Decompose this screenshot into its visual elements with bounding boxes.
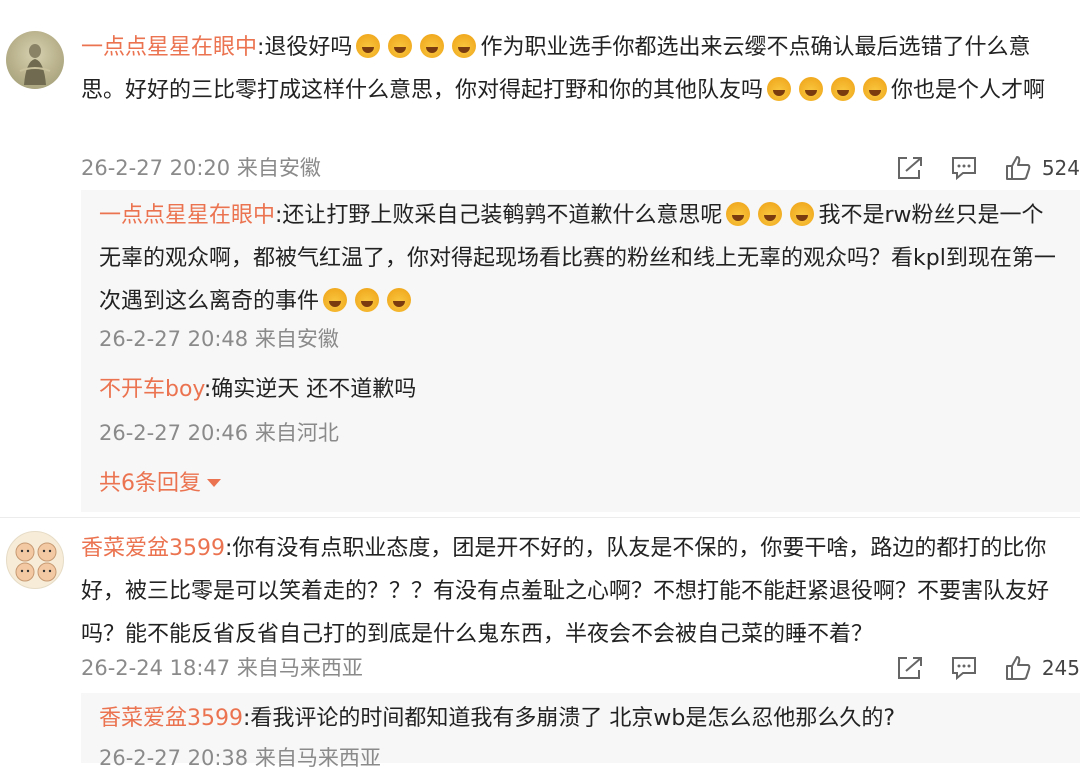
- comment-username[interactable]: 香菜爱盆3599: [81, 536, 225, 561]
- comment-text-part: :你有没有点职业态度，团是开不好的，队友是不保的，你要干啥，路边的都打的比你好，…: [81, 536, 1050, 647]
- comment-item: 香菜爱盆3599:你有没有点职业态度，团是开不好的，队友是不保的，你要干啥，路边…: [0, 0, 1080, 770]
- comment-actions: 245: [870, 653, 1080, 683]
- reply-section: 香菜爱盆3599:看我评论的时间都知道我有多崩溃了 北京wb是怎么忍他那么久的?…: [81, 693, 1080, 770]
- avatar-cartoon-icon: [15, 542, 57, 582]
- avatar[interactable]: [6, 531, 64, 589]
- share-icon: [897, 657, 922, 679]
- like-button[interactable]: 245: [1004, 655, 1080, 681]
- like-icon: [1005, 656, 1031, 680]
- comment-button[interactable]: [950, 655, 978, 681]
- reply-text-part: :看我评论的时间都知道我有多崩溃了 北京wb是怎么忍他那么久的?: [243, 706, 896, 731]
- comment-icon: [951, 657, 976, 681]
- reply-text: 香菜爱盆3599:看我评论的时间都知道我有多崩溃了 北京wb是怎么忍他那么久的?: [99, 697, 1064, 740]
- share-button[interactable]: [896, 655, 924, 681]
- reply-username[interactable]: 香菜爱盆3599: [99, 706, 243, 731]
- comment-meta: 26-2-24 18:47 来自马来西亚: [81, 656, 363, 680]
- reply-meta: 26-2-27 20:38 来自马来西亚: [99, 746, 381, 770]
- like-count: 245: [1041, 656, 1080, 680]
- comment-text: 香菜爱盆3599:你有没有点职业态度，团是开不好的，队友是不保的，你要干啥，路边…: [81, 527, 1066, 656]
